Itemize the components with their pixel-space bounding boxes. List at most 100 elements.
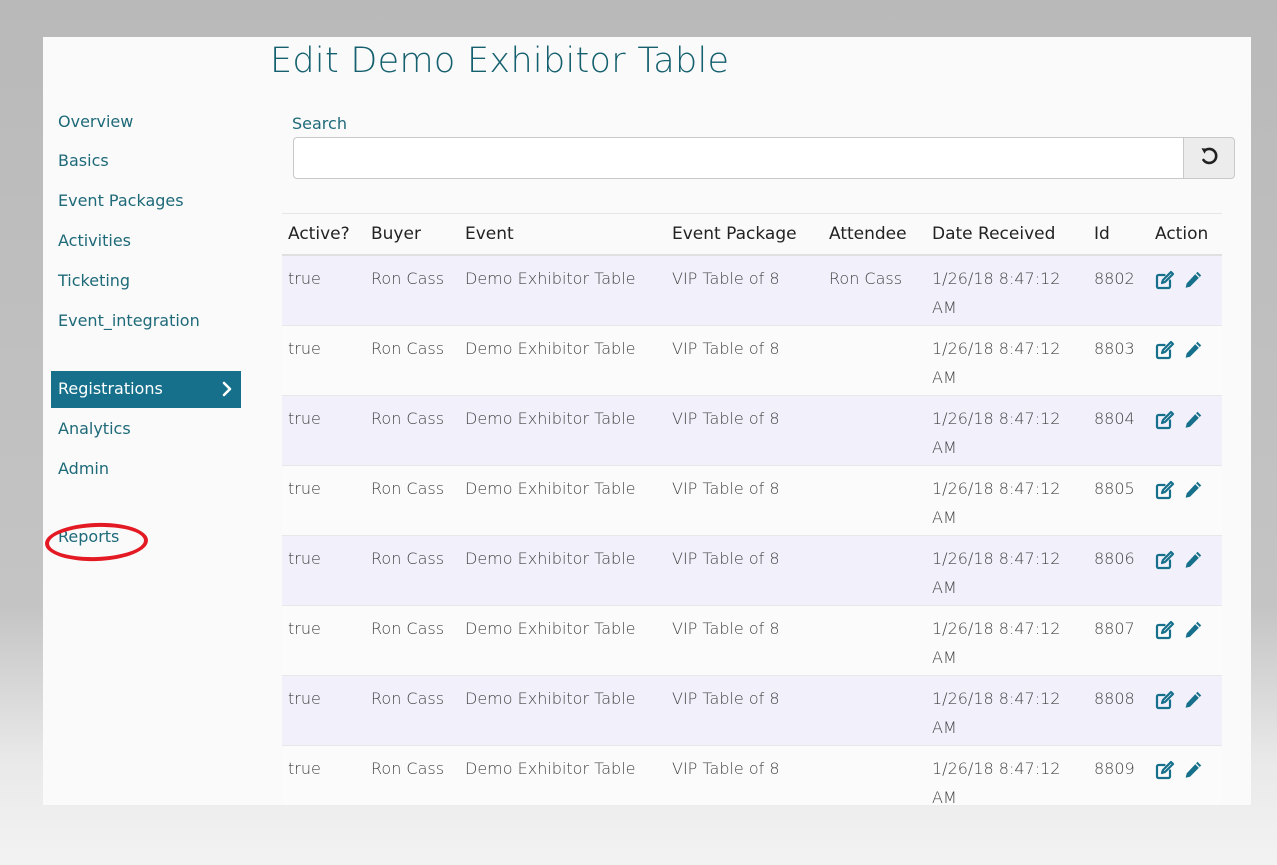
cell-id: 8805 [1088, 465, 1149, 536]
sidebar-nav: Overview Basics Event Packages Activitie… [43, 37, 243, 805]
cell-event-package: VIP Table of 8 [666, 325, 823, 396]
cell-active: true [282, 325, 365, 396]
table-row: true Ron Cass Demo Exhibitor Table VIP Tabl… [282, 325, 1222, 396]
cell-action [1149, 605, 1222, 676]
cell-attendee: Ron Cass [823, 254, 926, 326]
cell-event: Demo Exhibitor Table [459, 675, 666, 746]
col-header-attendee[interactable]: Attendee [823, 213, 926, 256]
sidebar-item-analytics[interactable]: Analytics [58, 419, 131, 438]
cell-active: true [282, 605, 365, 676]
pencil-icon[interactable] [1183, 340, 1203, 360]
pencil-icon[interactable] [1183, 550, 1203, 570]
cell-action [1149, 325, 1222, 396]
cell-id: 8802 [1088, 254, 1149, 326]
registrations-table: Active? Buyer Event Event Package Attend… [282, 213, 1222, 805]
cell-event-package: VIP Table of 8 [666, 675, 823, 746]
sidebar-item-label: Registrations [58, 379, 163, 398]
cell-id: 8803 [1088, 325, 1149, 396]
cell-id: 8804 [1088, 395, 1149, 466]
pencil-icon[interactable] [1183, 620, 1203, 640]
cell-active: true [282, 745, 365, 805]
cell-id: 8807 [1088, 605, 1149, 676]
edit-square-icon[interactable] [1155, 340, 1175, 360]
sidebar-item-activities[interactable]: Activities [58, 231, 131, 250]
search-input[interactable] [293, 137, 1183, 179]
col-header-event[interactable]: Event [459, 213, 666, 256]
cell-event: Demo Exhibitor Table [459, 395, 666, 466]
table-header-row: Active? Buyer Event Event Package Attend… [282, 213, 1222, 256]
cell-date-received: 1/26/18 8:47:12 AM [926, 675, 1088, 746]
edit-square-icon[interactable] [1155, 550, 1175, 570]
col-header-buyer[interactable]: Buyer [365, 213, 459, 256]
sidebar-item-basics[interactable]: Basics [58, 151, 109, 170]
table-row: true Ron Cass Demo Exhibitor Table VIP Tabl… [282, 675, 1222, 746]
cell-id: 8806 [1088, 535, 1149, 606]
cell-attendee [823, 675, 926, 746]
edit-square-icon[interactable] [1155, 620, 1175, 640]
sidebar-item-event-packages[interactable]: Event Packages [58, 191, 184, 210]
cell-active: true [282, 395, 365, 466]
edit-square-icon[interactable] [1155, 480, 1175, 500]
cell-date-received: 1/26/18 8:47:12 AM [926, 254, 1088, 326]
main-panel: Edit Demo Exhibitor Table Overview Basic… [43, 37, 1251, 805]
cell-buyer: Ron Cass [365, 395, 459, 466]
col-header-event-package[interactable]: Event Package [666, 213, 823, 256]
col-header-action: Action [1149, 213, 1222, 256]
cell-attendee [823, 535, 926, 606]
pencil-icon[interactable] [1183, 690, 1203, 710]
sidebar-item-admin[interactable]: Admin [58, 459, 109, 478]
cell-date-received: 1/26/18 8:47:12 AM [926, 325, 1088, 396]
edit-square-icon[interactable] [1155, 760, 1175, 780]
col-header-active[interactable]: Active? [282, 213, 365, 256]
cell-event-package: VIP Table of 8 [666, 254, 823, 326]
cell-event: Demo Exhibitor Table [459, 745, 666, 805]
table-row: true Ron Cass Demo Exhibitor Table VIP Tabl… [282, 465, 1222, 536]
search-reset-button[interactable] [1183, 137, 1235, 179]
undo-icon [1199, 146, 1219, 170]
table-row: true Ron Cass Demo Exhibitor Table VIP Tabl… [282, 605, 1222, 676]
table-row: true Ron Cass Demo Exhibitor Table VIP Tabl… [282, 535, 1222, 606]
col-header-date-received[interactable]: Date Received [926, 213, 1088, 256]
col-header-id[interactable]: Id [1088, 213, 1149, 256]
cell-buyer: Ron Cass [365, 605, 459, 676]
pencil-icon[interactable] [1183, 410, 1203, 430]
sidebar-item-registrations[interactable]: Registrations [51, 371, 241, 408]
sidebar-item-overview[interactable]: Overview [58, 112, 133, 131]
sidebar-item-ticketing[interactable]: Ticketing [58, 271, 130, 290]
cell-action [1149, 395, 1222, 466]
cell-attendee [823, 605, 926, 676]
cell-attendee [823, 325, 926, 396]
cell-id: 8808 [1088, 675, 1149, 746]
table-row: true Ron Cass Demo Exhibitor Table VIP Tabl… [282, 254, 1222, 326]
cell-buyer: Ron Cass [365, 675, 459, 746]
cell-event: Demo Exhibitor Table [459, 465, 666, 536]
cell-active: true [282, 254, 365, 326]
cell-date-received: 1/26/18 8:47:12 AM [926, 465, 1088, 536]
pencil-icon[interactable] [1183, 480, 1203, 500]
cell-action [1149, 465, 1222, 536]
cell-event: Demo Exhibitor Table [459, 535, 666, 606]
edit-square-icon[interactable] [1155, 410, 1175, 430]
pencil-icon[interactable] [1183, 760, 1203, 780]
cell-active: true [282, 675, 365, 746]
page-title: Edit Demo Exhibitor Table [270, 41, 730, 81]
edit-square-icon[interactable] [1155, 690, 1175, 710]
table-row: true Ron Cass Demo Exhibitor Table VIP Tabl… [282, 745, 1222, 805]
cell-buyer: Ron Cass [365, 254, 459, 326]
cell-event-package: VIP Table of 8 [666, 395, 823, 466]
cell-buyer: Ron Cass [365, 325, 459, 396]
cell-date-received: 1/26/18 8:47:12 AM [926, 745, 1088, 805]
sidebar-item-event-integration[interactable]: Event_integration [58, 311, 200, 330]
cell-buyer: Ron Cass [365, 535, 459, 606]
table-body: true Ron Cass Demo Exhibitor Table VIP Tabl… [282, 254, 1222, 805]
table-row: true Ron Cass Demo Exhibitor Table VIP Tabl… [282, 395, 1222, 466]
cell-attendee [823, 395, 926, 466]
cell-active: true [282, 535, 365, 606]
cell-event: Demo Exhibitor Table [459, 325, 666, 396]
cell-active: true [282, 465, 365, 536]
cell-date-received: 1/26/18 8:47:12 AM [926, 605, 1088, 676]
pencil-icon[interactable] [1183, 270, 1203, 290]
cell-date-received: 1/26/18 8:47:12 AM [926, 535, 1088, 606]
edit-square-icon[interactable] [1155, 270, 1175, 290]
cell-buyer: Ron Cass [365, 745, 459, 805]
